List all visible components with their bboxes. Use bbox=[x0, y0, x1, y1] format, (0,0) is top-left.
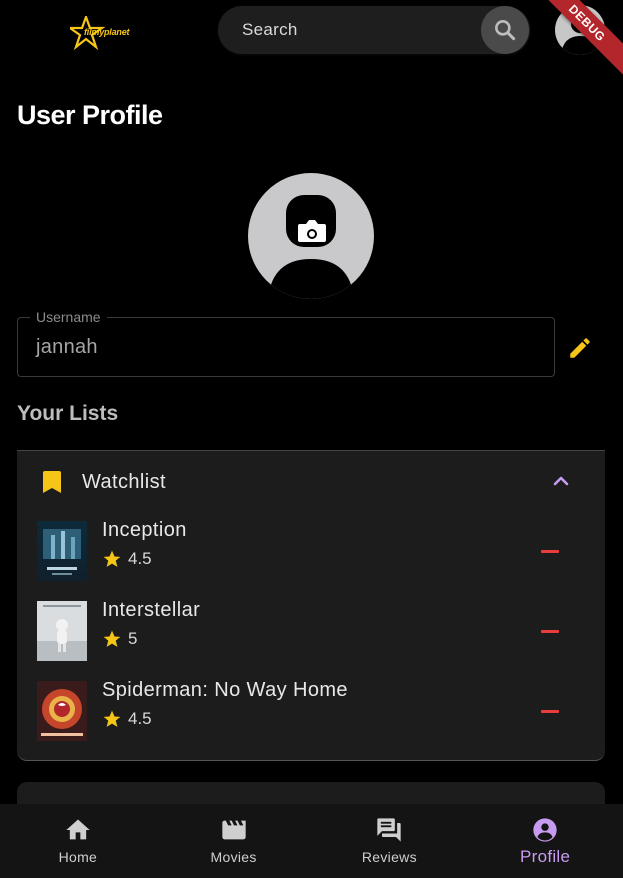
list-item[interactable]: Spiderman: No Way Home 4.5 bbox=[17, 671, 605, 751]
remove-button[interactable] bbox=[533, 539, 567, 563]
app-logo-text: filmyplanet bbox=[84, 27, 130, 37]
search-input[interactable] bbox=[242, 6, 472, 54]
list-item[interactable]: Interstellar 5 bbox=[17, 591, 605, 671]
pencil-icon bbox=[570, 338, 590, 358]
nav-item-profile[interactable]: Profile bbox=[467, 804, 623, 878]
camera-icon bbox=[298, 220, 326, 242]
page-title: User Profile bbox=[17, 100, 163, 130]
watchlist-header[interactable]: Watchlist bbox=[17, 451, 605, 511]
search-icon bbox=[495, 20, 516, 41]
top-app-bar: filmyplanet DEBUG bbox=[0, 0, 623, 81]
search-button[interactable] bbox=[481, 6, 529, 54]
movie-rating: 5 bbox=[102, 629, 137, 649]
movie-poster bbox=[37, 521, 87, 581]
minus-icon bbox=[541, 709, 559, 713]
star-icon bbox=[103, 710, 121, 727]
remove-button[interactable] bbox=[533, 619, 567, 643]
movie-icon bbox=[220, 816, 248, 844]
minus-icon bbox=[541, 629, 559, 633]
your-lists-heading: Your Lists bbox=[17, 402, 119, 425]
username-value[interactable]: jannah bbox=[36, 336, 98, 359]
nav-label: Movies bbox=[210, 849, 257, 865]
star-icon bbox=[103, 630, 121, 647]
watchlist-title: Watchlist bbox=[82, 471, 166, 493]
reviews-icon bbox=[375, 816, 403, 844]
nav-item-movies[interactable]: Movies bbox=[156, 804, 312, 878]
remove-button[interactable] bbox=[533, 699, 567, 723]
nav-label: Home bbox=[58, 849, 98, 865]
movie-poster bbox=[37, 601, 87, 661]
star-icon bbox=[103, 550, 121, 567]
search-bar[interactable] bbox=[218, 6, 530, 54]
nav-label: Profile bbox=[519, 847, 571, 866]
movie-rating: 4.5 bbox=[102, 709, 152, 729]
movie-title: Inception bbox=[102, 519, 187, 541]
watchlist-panel: Watchlist Inception 4.5 Interstellar 5 S… bbox=[17, 451, 605, 761]
movie-title: Interstellar bbox=[102, 599, 201, 621]
movie-title: Spiderman: No Way Home bbox=[102, 679, 348, 701]
nav-label: Reviews bbox=[361, 849, 417, 865]
nav-item-reviews[interactable]: Reviews bbox=[312, 804, 468, 878]
change-photo-button[interactable] bbox=[286, 210, 336, 250]
minus-icon bbox=[541, 549, 559, 553]
home-icon bbox=[64, 816, 92, 844]
chevron-up-icon[interactable] bbox=[551, 471, 571, 491]
edit-username-button[interactable] bbox=[564, 332, 596, 364]
rating-value: 4.5 bbox=[128, 549, 152, 568]
movie-poster bbox=[37, 681, 87, 741]
rating-value: 5 bbox=[128, 629, 138, 648]
nav-item-home[interactable]: Home bbox=[0, 804, 156, 878]
bottom-navigation: Home Movies Reviews Profile bbox=[0, 804, 623, 878]
username-label: Username bbox=[30, 309, 107, 325]
profile-icon bbox=[531, 816, 559, 844]
rating-value: 4.5 bbox=[128, 709, 152, 728]
bookmark-icon bbox=[43, 471, 61, 493]
movie-rating: 4.5 bbox=[102, 549, 152, 569]
list-item[interactable]: Inception 4.5 bbox=[17, 511, 605, 591]
